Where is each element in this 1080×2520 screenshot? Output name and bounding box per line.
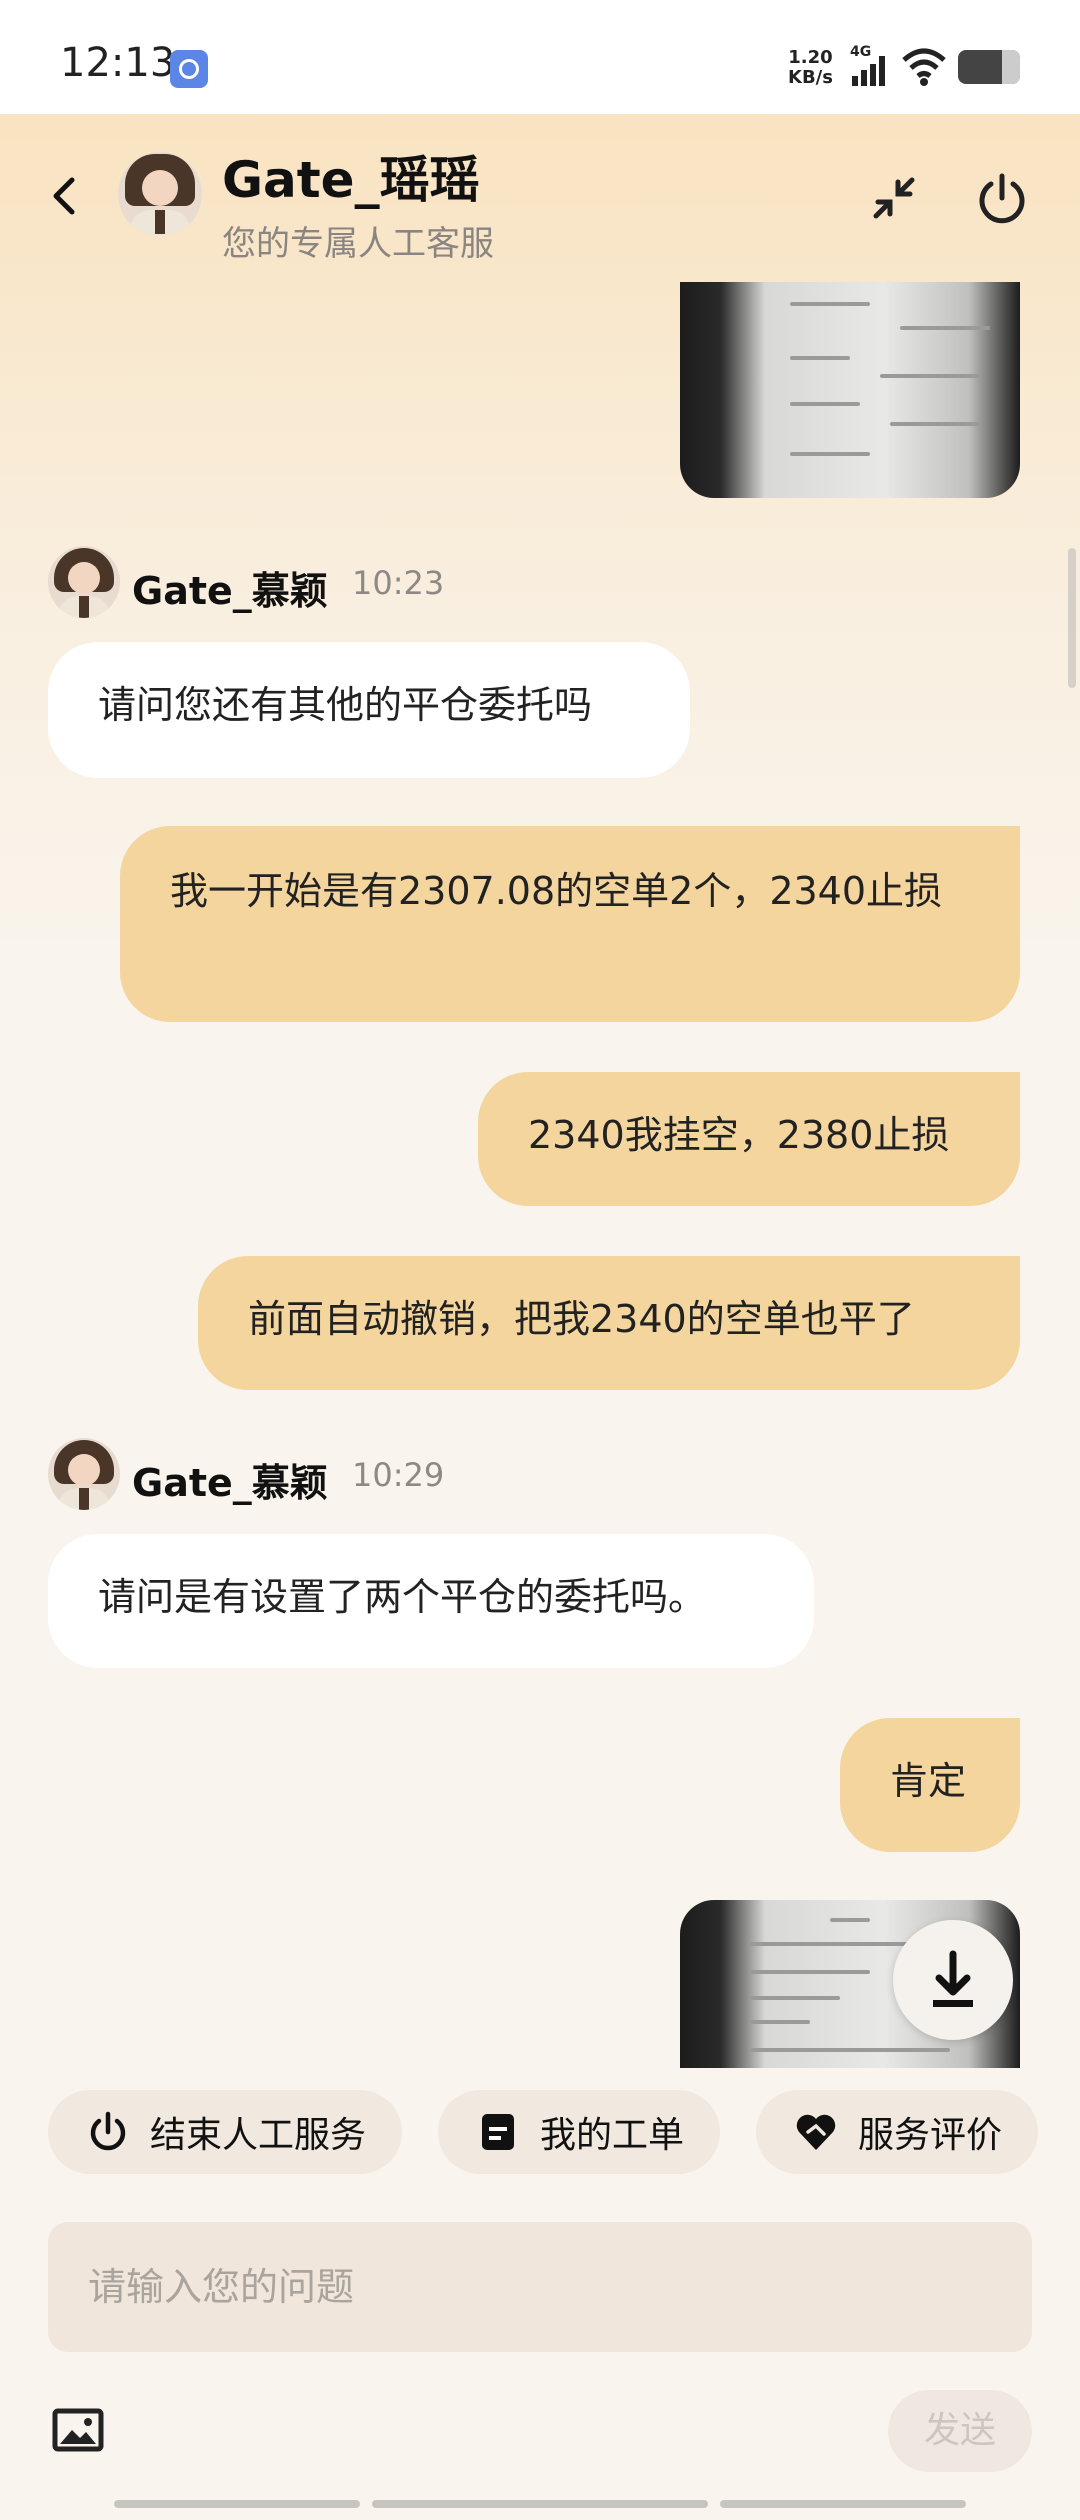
signal-icon: 4G: [850, 44, 885, 86]
download-icon: [933, 1950, 973, 2007]
agent-avatar: [48, 546, 120, 618]
my-tickets-label: 我的工单: [540, 2115, 685, 2156]
my-tickets-button[interactable]: 我的工单: [438, 2090, 720, 2174]
message-time: 10:29: [352, 1456, 445, 1494]
wifi-icon: [902, 48, 946, 86]
agent-avatar: [118, 152, 202, 236]
header-subtitle: 您的专属人工客服: [222, 224, 494, 264]
end-service-button[interactable]: 结束人工服务: [48, 2090, 402, 2174]
scrollbar[interactable]: [1068, 548, 1076, 688]
rate-service-label: 服务评价: [858, 2115, 1003, 2156]
document-icon: [482, 2114, 514, 2150]
outgoing-message: 我一开始是有2307.08的空单2个，2340止损: [120, 826, 1020, 1022]
power-icon: [90, 2111, 126, 2151]
message-time: 10:23: [352, 564, 445, 602]
network-speed: 1.20 KB/s: [788, 48, 833, 88]
network-speed-value: 1.20: [788, 47, 833, 68]
nav-indicator: [720, 2500, 966, 2508]
app-notification-icon: [170, 50, 208, 88]
battery-icon: [958, 50, 1020, 84]
network-speed-unit: KB/s: [788, 67, 833, 88]
outgoing-message: 肯定: [840, 1718, 1020, 1852]
agent-name: Gate_慕颖: [132, 569, 328, 613]
outgoing-message: 前面自动撤销，把我2340的空单也平了: [198, 1256, 1020, 1390]
svg-text:4G: 4G: [850, 44, 871, 60]
status-time: 12:13: [60, 40, 176, 86]
download-button[interactable]: [893, 1920, 1013, 2040]
incoming-message: 请问是有设置了两个平仓的委托吗。: [48, 1534, 814, 1668]
send-button[interactable]: 发送: [888, 2390, 1032, 2472]
minimize-icon[interactable]: [866, 170, 922, 226]
image-upload-icon[interactable]: [52, 2408, 104, 2452]
agent-name: Gate_慕颖: [132, 1461, 328, 1505]
header-title: Gate_瑶瑶: [222, 151, 480, 209]
heart-handshake-icon: [796, 2114, 836, 2150]
nav-indicator: [114, 2500, 360, 2508]
status-bar: 12:13 1.20 KB/s 4G: [0, 0, 1080, 114]
outgoing-message: 2340我挂空，2380止损: [478, 1072, 1020, 1206]
power-icon[interactable]: [974, 170, 1030, 226]
nav-indicator: [372, 2500, 708, 2508]
agent-avatar: [48, 1438, 120, 1510]
incoming-message: 请问您还有其他的平仓委托吗: [48, 642, 690, 778]
end-service-label: 结束人工服务: [150, 2115, 367, 2156]
rate-service-button[interactable]: 服务评价: [756, 2090, 1038, 2174]
back-arrow-icon[interactable]: [44, 174, 88, 218]
sent-screenshot-image[interactable]: [680, 282, 1020, 498]
message-input[interactable]: 请输入您的问题: [48, 2222, 1032, 2352]
